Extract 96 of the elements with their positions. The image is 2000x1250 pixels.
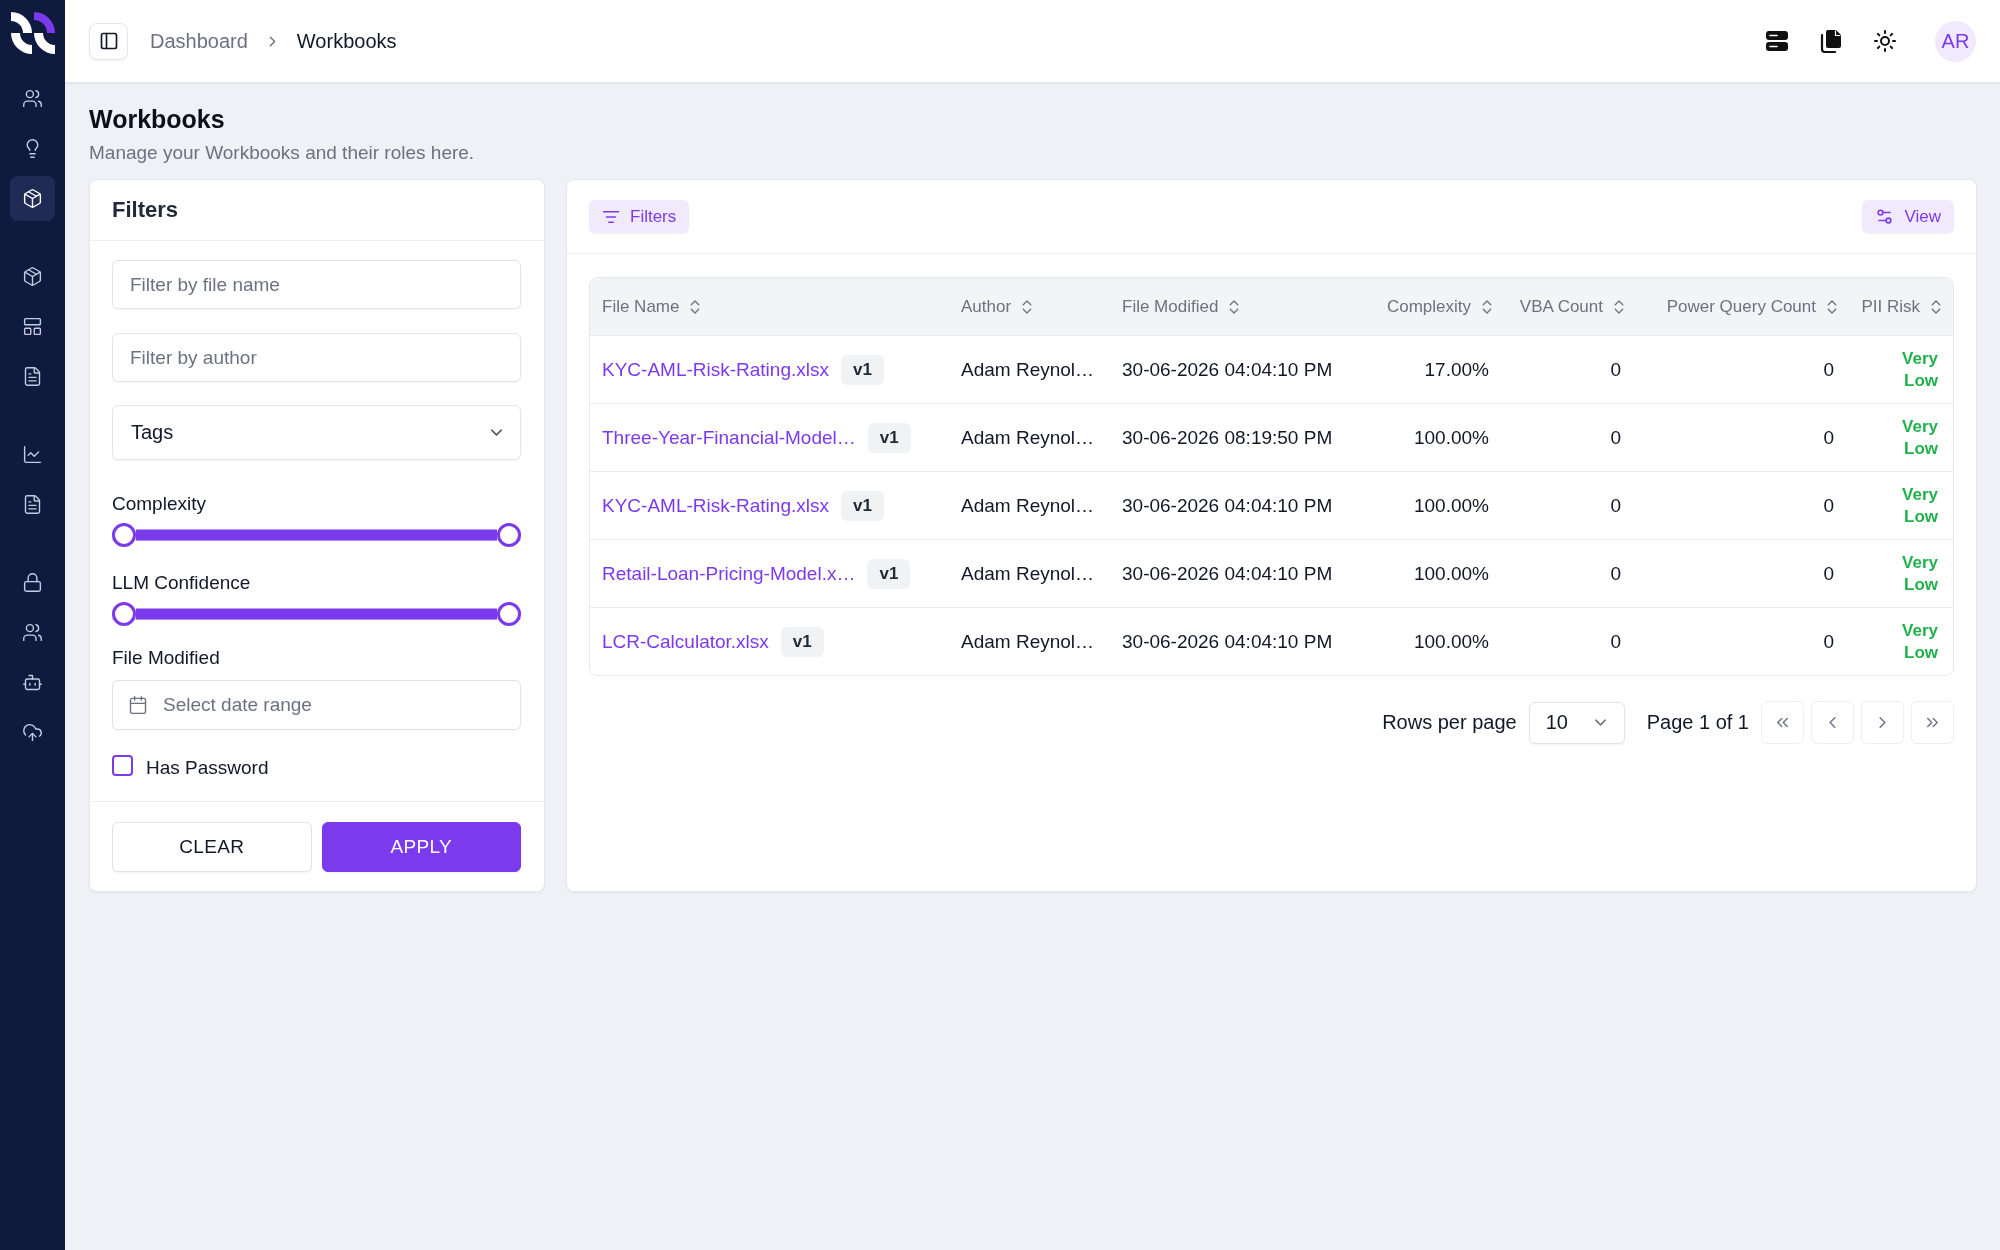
calendar-icon (128, 695, 148, 715)
version-badge: v1 (841, 354, 884, 385)
vba-count: 0 (1610, 494, 1621, 517)
complexity-value: 17.00% (1424, 358, 1489, 381)
power-query-count: 0 (1823, 358, 1834, 381)
file-link[interactable]: LCR-Calculator.xlsx (602, 630, 769, 653)
power-query-count: 0 (1823, 630, 1834, 653)
robot-icon (22, 672, 43, 693)
power-query-count: 0 (1823, 426, 1834, 449)
sort-header[interactable]: VBA Count (1519, 296, 1628, 317)
modified-date: 30-06-2026 04:04:10 PM (1122, 630, 1333, 653)
sliders-icon (1875, 207, 1895, 226)
server-icon (1765, 30, 1789, 52)
copy-button[interactable] (1819, 29, 1843, 53)
rows-per-page-label: Rows per page (1382, 711, 1517, 734)
field-label: File Modified (112, 646, 221, 670)
view-button[interactable]: View (1862, 200, 1954, 233)
sort-header[interactable]: Power Query Count (1666, 296, 1841, 317)
cube-icon (22, 266, 43, 287)
user-avatar[interactable]: AR (1935, 20, 1976, 62)
breadcrumb-link[interactable]: Dashboard (150, 29, 248, 53)
checkbox[interactable] (112, 754, 133, 776)
complexity-value: 100.00% (1414, 630, 1489, 653)
sort-header[interactable]: File Name (602, 296, 705, 317)
document-icon (22, 494, 43, 515)
complexity-value: 100.00% (1414, 426, 1489, 449)
cube-icon (22, 188, 43, 209)
power-query-count: 0 (1823, 562, 1834, 585)
risk-level: Very Low (1902, 347, 1938, 392)
modified-date: 30-06-2026 04:04:10 PM (1122, 358, 1333, 381)
filters-button[interactable]: Filters (589, 200, 690, 233)
vba-count: 0 (1610, 426, 1621, 449)
lock-icon (22, 572, 43, 593)
slider-thumb[interactable] (497, 602, 521, 626)
layout-icon (22, 316, 43, 337)
modified-date: 30-06-2026 08:19:50 PM (1122, 426, 1333, 449)
clear-button[interactable]: CLEAR (112, 822, 312, 872)
sidebar-toggle-button[interactable] (89, 22, 128, 60)
breadcrumb-current: Workbooks (296, 29, 397, 53)
version-badge: v1 (867, 558, 911, 589)
risk-level: Very Low (1902, 551, 1938, 596)
file-link[interactable]: Retail-Loan-Pricing-Model.x… (602, 562, 856, 585)
document-icon (22, 366, 43, 387)
slider-thumb[interactable] (497, 523, 521, 547)
file-link[interactable]: Three-Year-Financial-Model… (602, 426, 856, 449)
panel-left-icon (98, 31, 119, 51)
sort-header[interactable]: Complexity (1386, 296, 1496, 317)
users-icon (22, 88, 43, 109)
modified-date: 30-06-2026 04:04:10 PM (1122, 494, 1333, 517)
vba-count: 0 (1610, 358, 1621, 381)
slider-label: Complexity (112, 492, 207, 516)
version-badge: v1 (867, 422, 911, 453)
risk-level: Very Low (1902, 415, 1938, 460)
sort-header[interactable]: PII Risk (1861, 296, 1945, 317)
version-badge: v1 (780, 626, 824, 657)
author-name: Adam Reynol… (961, 358, 1095, 381)
slider-label: LLM Confidence (112, 571, 252, 595)
file-link[interactable]: KYC-AML-Risk-Rating.xlsx (602, 358, 829, 381)
sun-icon (1873, 29, 1897, 53)
date-range-field[interactable]: Select date range (112, 680, 521, 730)
author-name: Adam Reynol… (961, 630, 1095, 653)
author-name: Adam Reynol… (961, 494, 1095, 517)
nav-button[interactable] (10, 176, 55, 221)
filter-input[interactable]: Filter by author (112, 333, 521, 382)
slider-thumb[interactable] (112, 602, 136, 626)
sort-header[interactable]: File Modified (1122, 296, 1244, 317)
file-link[interactable]: KYC-AML-Risk-Rating.xlsx (602, 494, 829, 517)
risk-level: Very Low (1902, 619, 1938, 664)
page-title: Workbooks (89, 105, 226, 133)
complexity-value: 100.00% (1414, 494, 1489, 517)
users-icon (22, 622, 43, 643)
checkbox-label: Has Password (146, 757, 269, 779)
app-logo (10, 11, 55, 55)
copy-icon (1820, 29, 1842, 53)
tags-select[interactable]: Tags (112, 405, 521, 460)
vba-count: 0 (1610, 562, 1621, 585)
filters-title: Filters (112, 197, 179, 223)
server-button[interactable] (1765, 29, 1789, 53)
author-name: Adam Reynol… (961, 426, 1095, 449)
line-chart-icon (22, 444, 43, 465)
theme-toggle-button[interactable] (1873, 29, 1897, 53)
sort-header[interactable]: Author (961, 296, 1037, 317)
version-badge: v1 (841, 490, 884, 521)
filter-input[interactable]: Filter by file name (112, 260, 521, 309)
vba-count: 0 (1610, 630, 1621, 653)
cloud-upload-icon (22, 722, 43, 743)
rows-per-page-select[interactable]: 10 (1528, 701, 1625, 744)
page-subtitle: Manage your Workbooks and their roles here. (89, 141, 476, 165)
apply-button[interactable]: APPLY (321, 822, 521, 872)
complexity-value: 100.00% (1414, 562, 1489, 585)
slider-thumb[interactable] (112, 523, 136, 547)
modified-date: 30-06-2026 04:04:10 PM (1122, 562, 1333, 585)
risk-level: Very Low (1902, 483, 1938, 528)
page-info: Page 1 of 1 (1646, 711, 1749, 734)
power-query-count: 0 (1823, 494, 1834, 517)
author-name: Adam Reynol… (961, 562, 1095, 585)
